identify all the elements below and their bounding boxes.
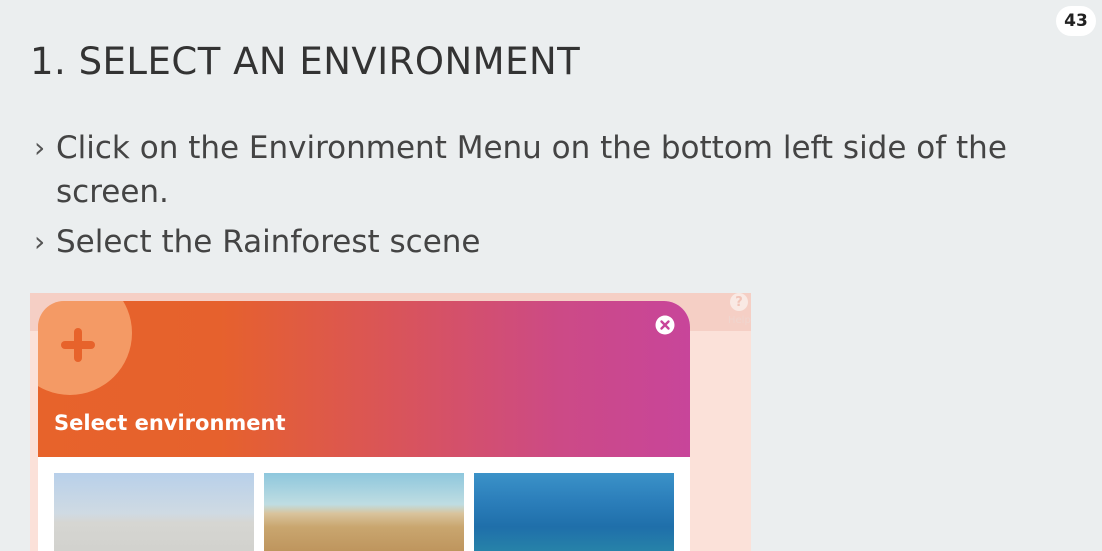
plus-icon [61,328,95,362]
bullet-item: › Select the Rainforest scene [34,220,1074,264]
bullet-list: › Click on the Environment Menu on the b… [34,126,1074,270]
environment-thumb-snow[interactable] [54,473,254,551]
chevron-right-icon: › [34,225,46,258]
modal-title: Select environment [54,411,286,435]
environment-thumbnails [54,473,674,551]
help-label: Help [728,315,751,326]
page-number-badge: 43 [1056,6,1096,36]
modal-header: Select environment [38,301,690,457]
bullet-text: Click on the Environment Menu on the bot… [56,130,1007,210]
slide-title: 1. SELECT AN ENVIRONMENT [30,40,581,83]
chevron-right-icon: › [34,131,46,164]
environment-thumb-desert[interactable] [264,473,464,551]
bullet-text: Select the Rainforest scene [56,224,481,260]
environment-thumb-ocean[interactable] [474,473,674,551]
embedded-screenshot: ? Help Select environment [30,293,751,551]
close-icon[interactable] [655,315,675,335]
select-environment-modal: Select environment [38,301,690,551]
help-icon[interactable]: ? [730,293,748,311]
bullet-item: › Click on the Environment Menu on the b… [34,126,1074,214]
